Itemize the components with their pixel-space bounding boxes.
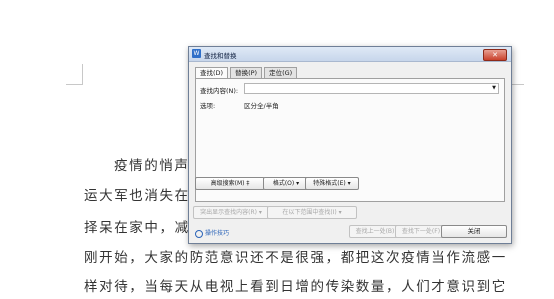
advanced-search-button[interactable]: 高级搜索(M) ‡ <box>195 177 265 190</box>
highlight-all-button[interactable]: 突出显示查找内容(R) ▾ <box>193 206 269 219</box>
format-button[interactable]: 格式(O) ▾ <box>263 177 309 190</box>
document-line[interactable]: 运大军也消失在 <box>84 184 190 204</box>
find-previous-button[interactable]: 查找上一处(B) <box>349 225 401 238</box>
dialog-tabs: 查找(D) 替换(P) 定位(G) <box>195 67 299 79</box>
margin-corner-mark-left <box>66 64 83 85</box>
chevron-down-icon[interactable]: ▼ <box>492 84 496 93</box>
find-in-button[interactable]: 在以下范围中查找(I) ▾ <box>267 206 357 219</box>
options-value: 区分全/半角 <box>244 102 279 110</box>
app-icon: W <box>192 49 201 58</box>
find-replace-dialog: W 查找和替换 ✕ 查找(D) 替换(P) 定位(G) 查找内容(N): ▼ 选… <box>188 46 512 244</box>
dialog-title: 查找和替换 <box>204 52 237 60</box>
close-button[interactable]: 关闭 <box>441 225 507 238</box>
options-label: 选项: <box>200 102 216 110</box>
find-input[interactable]: ▼ <box>244 83 499 94</box>
find-label: 查找内容(N): <box>200 87 239 95</box>
tab-replace[interactable]: 替换(P) <box>230 67 263 78</box>
document-line[interactable]: 疫情的悄声 <box>114 154 190 174</box>
document-line[interactable]: 样对待，当每天从电视上看到日增的传染数量，人们才意识到它 <box>84 275 507 295</box>
close-icon[interactable]: ✕ <box>483 49 507 61</box>
special-format-button[interactable]: 特殊格式(E) ▾ <box>305 177 359 190</box>
find-next-button[interactable]: 查找下一处(F) <box>395 225 447 238</box>
tips-label: 操作技巧 <box>205 230 230 237</box>
document-line[interactable]: 刚开始，大家的防范意识还不是很强，都把这次疫情当作流感一 <box>84 246 507 266</box>
tab-goto[interactable]: 定位(G) <box>264 67 298 78</box>
document-line[interactable]: 择呆在家中，减 <box>84 216 190 236</box>
tips-icon <box>195 229 203 238</box>
tips-link[interactable]: 操作技巧 <box>195 228 229 238</box>
dialog-titlebar[interactable]: W 查找和替换 ✕ <box>189 47 511 62</box>
